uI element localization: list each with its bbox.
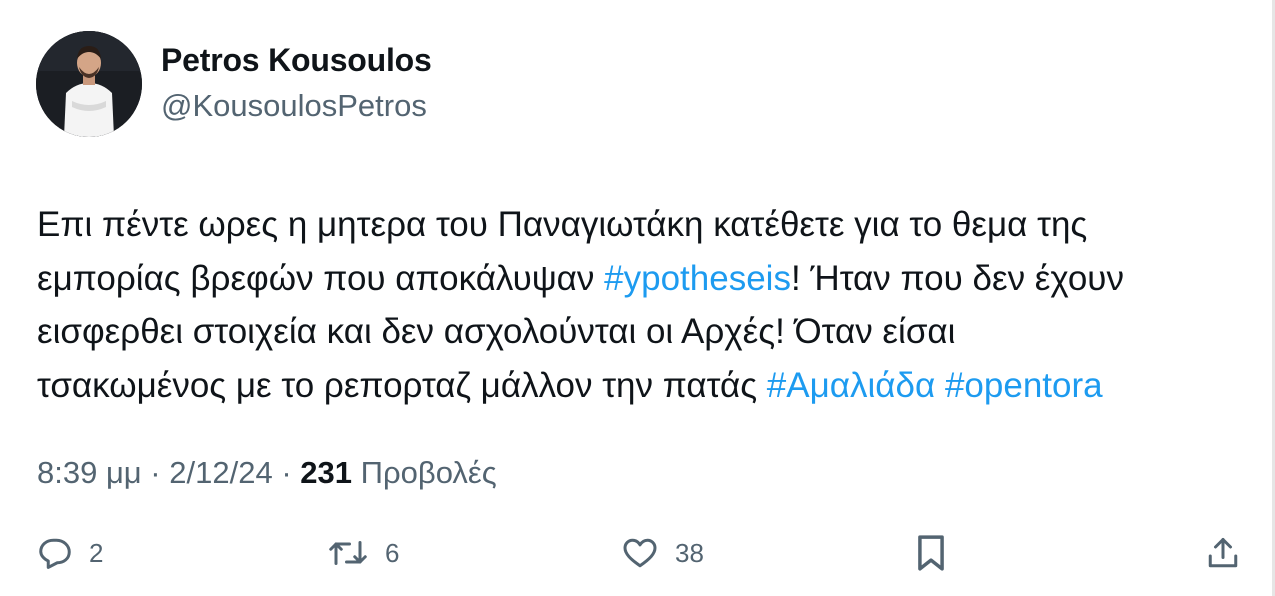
views-label: Προβολές	[360, 455, 497, 490]
tweet-text-line: εισφερθει στοιχεία και δεν ασχολούνται ο…	[37, 312, 956, 351]
hashtag-amaliada[interactable]: #Αμαλιάδα	[767, 366, 935, 405]
meta-separator: ·	[150, 455, 161, 490]
tweet-text-line: Επι πέντε ωρες η μητερα του Παναγιωτάκη …	[37, 205, 1088, 244]
reply-count: 2	[89, 537, 104, 568]
like-count: 38	[675, 537, 704, 568]
tweet-meta: 8:39 μμ · 2/12/24 · 231 Προβολές	[37, 455, 497, 491]
author-handle[interactable]: @KousoulosPetros	[161, 88, 427, 124]
tweet-card: Petros Kousoulos @KousoulosPetros Επι πέ…	[0, 0, 1275, 596]
heart-icon	[621, 535, 659, 571]
tweet-text-line: εμπορίας βρεφών που αποκάλυψαν #ypothese…	[37, 252, 1237, 306]
tweet-text-segment: εμπορίας βρεφών που αποκάλυψαν	[37, 258, 605, 298]
bookmark-icon	[914, 534, 948, 572]
tweet-text-segment: τσακωμένος με το ρεπορταζ μάλλον την πατ…	[37, 365, 767, 405]
like-button[interactable]: 38	[621, 528, 704, 578]
avatar[interactable]	[36, 31, 142, 137]
tweet-time[interactable]: 8:39 μμ	[37, 455, 142, 490]
views-count: 231	[300, 455, 352, 490]
tweet-text: Επι πέντε ωρες η μητερα του Παναγιωτάκη …	[37, 198, 1237, 412]
reply-icon	[37, 535, 73, 571]
retweet-button[interactable]: 6	[327, 528, 399, 578]
share-icon	[1205, 535, 1241, 571]
hashtag-opentora[interactable]: #opentora	[945, 366, 1103, 405]
retweet-icon	[327, 535, 369, 571]
retweet-count: 6	[385, 537, 400, 568]
tweet-text-line: τσακωμένος με το ρεπορταζ μάλλον την πατ…	[37, 359, 1237, 413]
share-button[interactable]	[1205, 528, 1241, 578]
tweet-date[interactable]: 2/12/24	[169, 455, 272, 490]
bookmark-button[interactable]	[914, 528, 948, 578]
hashtag-ypotheseis[interactable]: #ypotheseis	[604, 259, 791, 298]
author-name[interactable]: Petros Kousoulos	[161, 42, 432, 79]
tweet-text-segment: ! Ήταν που δεν έχουν	[790, 258, 1124, 298]
meta-separator: ·	[281, 455, 292, 490]
reply-button[interactable]: 2	[37, 528, 103, 578]
action-bar: 2 6 38	[0, 528, 1275, 578]
